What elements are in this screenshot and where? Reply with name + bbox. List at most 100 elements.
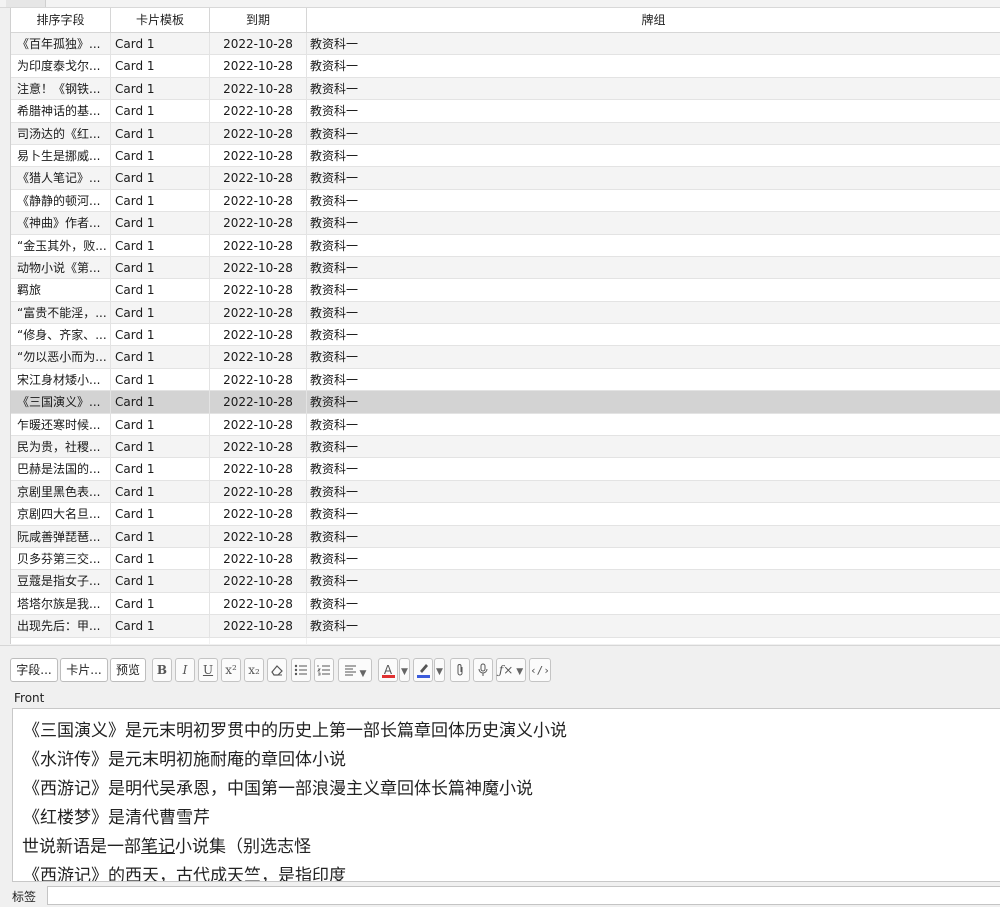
cell-card-template: Card 1 [111,391,210,414]
cell-due: 2022-10-28 [210,301,307,325]
align-icon [344,665,356,676]
highlight-button[interactable] [413,658,433,682]
cell-due [210,637,307,644]
table-row[interactable]: 《神曲》作者... Card 1 2022-10-28 教资科一 [11,212,1000,235]
cell-deck: 教资科一 [310,283,359,298]
table-row[interactable] [11,637,1000,644]
cell-sort-field: 羁旅 [11,279,111,302]
toolbar-tab[interactable] [6,0,46,7]
table-row[interactable]: 易卜生是挪威... Card 1 2022-10-28 教资科一 [11,144,1000,168]
cell-sort-field: 易卜生是挪威... [11,144,111,168]
italic-button[interactable]: I [175,658,195,682]
cell-sort-field: 希腊神话的基... [11,100,111,123]
cell-sort-field: 为印度泰戈尔... [11,55,111,78]
cell-sort-field: 阮咸善弹琵琶... [11,525,111,548]
numbered-list-icon [317,665,330,676]
table-row[interactable]: “金玉其外，败... Card 1 2022-10-28 教资科一 [11,234,1000,257]
table-row[interactable]: 巴赫是法国的... Card 1 2022-10-28 教资科一 [11,458,1000,481]
equation-dropdown[interactable]: ƒ× ▼ [496,658,526,682]
cell-sort-field: 京剧四大名旦... [11,503,111,526]
cell-deck: 教资科一 [310,59,359,74]
text-color-dropdown[interactable]: ▼ [399,658,410,682]
clear-format-button[interactable] [267,658,287,682]
cell-deck: 教资科一 [310,484,359,499]
cell-due: 2022-10-28 [210,368,307,392]
table-row[interactable]: 豆蔻是指女子... Card 1 2022-10-28 教资科一 [11,570,1000,593]
front-field-editor[interactable]: 《三国演义》是元末明初罗贯中的历史上第一部长篇章回体历史演义小说 《水浒传》是元… [12,708,1000,882]
editor-line: 《水浒传》是元末明初施耐庵的章回体小说 [23,750,346,770]
cards-table: 排序字段 卡片模板 到期 牌组 《百年孤独》... Card 1 2022-10-2… [10,8,1000,644]
table-row[interactable]: 为印度泰戈尔... Card 1 2022-10-28 教资科一 [11,55,1000,78]
bold-button[interactable]: B [152,658,172,682]
column-header-deck[interactable]: 牌组 [307,8,1000,33]
top-toolbar-strip [0,0,1000,8]
cell-sort-field: 《猎人笔记》... [11,167,111,190]
html-editor-button[interactable]: ‹/› [529,658,551,682]
table-row[interactable]: 《静静的顿河... Card 1 2022-10-28 教资科一 [11,189,1000,213]
cell-card-template: Card 1 [111,503,210,526]
cell-card-template: Card 1 [111,55,210,78]
table-row[interactable]: 司汤达的《红... Card 1 2022-10-28 教资科一 [11,122,1000,145]
underline-button[interactable]: U [198,658,218,682]
cell-deck: 教资科一 [310,126,359,141]
cell-deck: 教资科一 [310,37,359,51]
table-row[interactable]: 民为贵，社稷... Card 1 2022-10-28 教资科一 [11,436,1000,459]
table-row[interactable]: 动物小说《第... Card 1 2022-10-28 教资科一 [11,256,1000,280]
table-row[interactable]: “勿以恶小而为... Card 1 2022-10-28 教资科一 [11,346,1000,369]
cell-deck: 教资科一 [310,417,359,432]
table-row[interactable]: 《猎人笔记》... Card 1 2022-10-28 教资科一 [11,167,1000,190]
table-row[interactable]: 注意！《钢铁... Card 1 2022-10-28 教资科一 [11,77,1000,101]
chevron-down-icon: ▼ [401,667,408,677]
cell-due: 2022-10-28 [210,346,307,369]
table-row[interactable]: 宋江身材矮小... Card 1 2022-10-28 教资科一 [11,368,1000,392]
cell-due: 2022-10-28 [210,55,307,78]
format-button-group: B I U x² x₂ ▼ A ▼ ▼ ƒ× ▼ ‹/› [152,658,552,682]
table-row[interactable]: 京剧里黑色表... Card 1 2022-10-28 教资科一 [11,480,1000,504]
attach-button[interactable] [450,658,470,682]
cell-due: 2022-10-28 [210,324,307,347]
table-row[interactable]: “修身、齐家、... Card 1 2022-10-28 教资科一 [11,324,1000,347]
column-header-card-template[interactable]: 卡片模板 [111,8,210,33]
cell-sort-field: 贝多芬第三交... [11,547,111,571]
cell-due: 2022-10-28 [210,480,307,504]
table-row[interactable]: 羁旅 Card 1 2022-10-28 教资科一 [11,279,1000,302]
bullet-list-button[interactable] [291,658,311,682]
cell-card-template: Card 1 [111,480,210,504]
cell-card-template: Card 1 [111,256,210,280]
cell-sort-field: 豆蔻是指女子... [11,570,111,593]
column-header-due[interactable]: 到期 [210,8,307,33]
preview-button[interactable]: 预览 [110,658,146,682]
editor-toolbar: 字段... 卡片... 预览 B I U x² x₂ ▼ A ▼ ▼ ƒ× ▼ … [0,645,1000,685]
cell-sort-field: 塔塔尔族是我... [11,592,111,616]
cell-card-template: Card 1 [111,212,210,235]
text-color-button[interactable]: A [378,658,398,682]
table-row[interactable]: 出现先后：甲... Card 1 2022-10-28 教资科一 [11,615,1000,638]
table-row[interactable]: 《百年孤独》... Card 1 2022-10-28 教资科一 [11,33,1000,56]
chevron-down-icon: ▼ [436,667,443,677]
cards-button[interactable]: 卡片... [60,658,108,682]
table-row[interactable]: 贝多芬第三交... Card 1 2022-10-28 教资科一 [11,547,1000,571]
editor-line: 世说新语是一部笔记小说集（别选志怪 [13,833,1000,862]
table-row[interactable]: 京剧四大名旦... Card 1 2022-10-28 教资科一 [11,503,1000,526]
table-row[interactable]: 乍暖还寒时候... Card 1 2022-10-28 教资科一 [11,413,1000,437]
cell-due: 2022-10-28 [210,279,307,302]
editor-line: 《红楼梦》是清代曹雪芹 [23,808,210,828]
cell-deck: 教资科一 [310,507,359,522]
table-row[interactable]: 阮咸善弹琵琶... Card 1 2022-10-28 教资科一 [11,525,1000,548]
table-row[interactable]: 希腊神话的基... Card 1 2022-10-28 教资科一 [11,100,1000,123]
table-row[interactable]: 塔塔尔族是我... Card 1 2022-10-28 教资科一 [11,592,1000,616]
cell-deck [307,638,1000,644]
record-audio-button[interactable] [473,658,493,682]
highlight-dropdown[interactable]: ▼ [434,658,445,682]
tags-input[interactable] [47,886,1000,905]
cell-card-template: Card 1 [111,77,210,101]
subscript-button[interactable]: x₂ [244,658,264,682]
superscript-button[interactable]: x² [221,658,241,682]
numbered-list-button[interactable] [314,658,334,682]
cell-due: 2022-10-28 [210,615,307,638]
alignment-dropdown[interactable]: ▼ [338,658,372,682]
table-row-selected[interactable]: 《三国演义》... Card 1 2022-10-28 教资科一 [11,391,1000,414]
table-row[interactable]: “富贵不能淫，... Card 1 2022-10-28 教资科一 [11,301,1000,325]
fields-button[interactable]: 字段... [10,658,58,682]
column-header-sort-field[interactable]: 排序字段 [11,8,111,33]
